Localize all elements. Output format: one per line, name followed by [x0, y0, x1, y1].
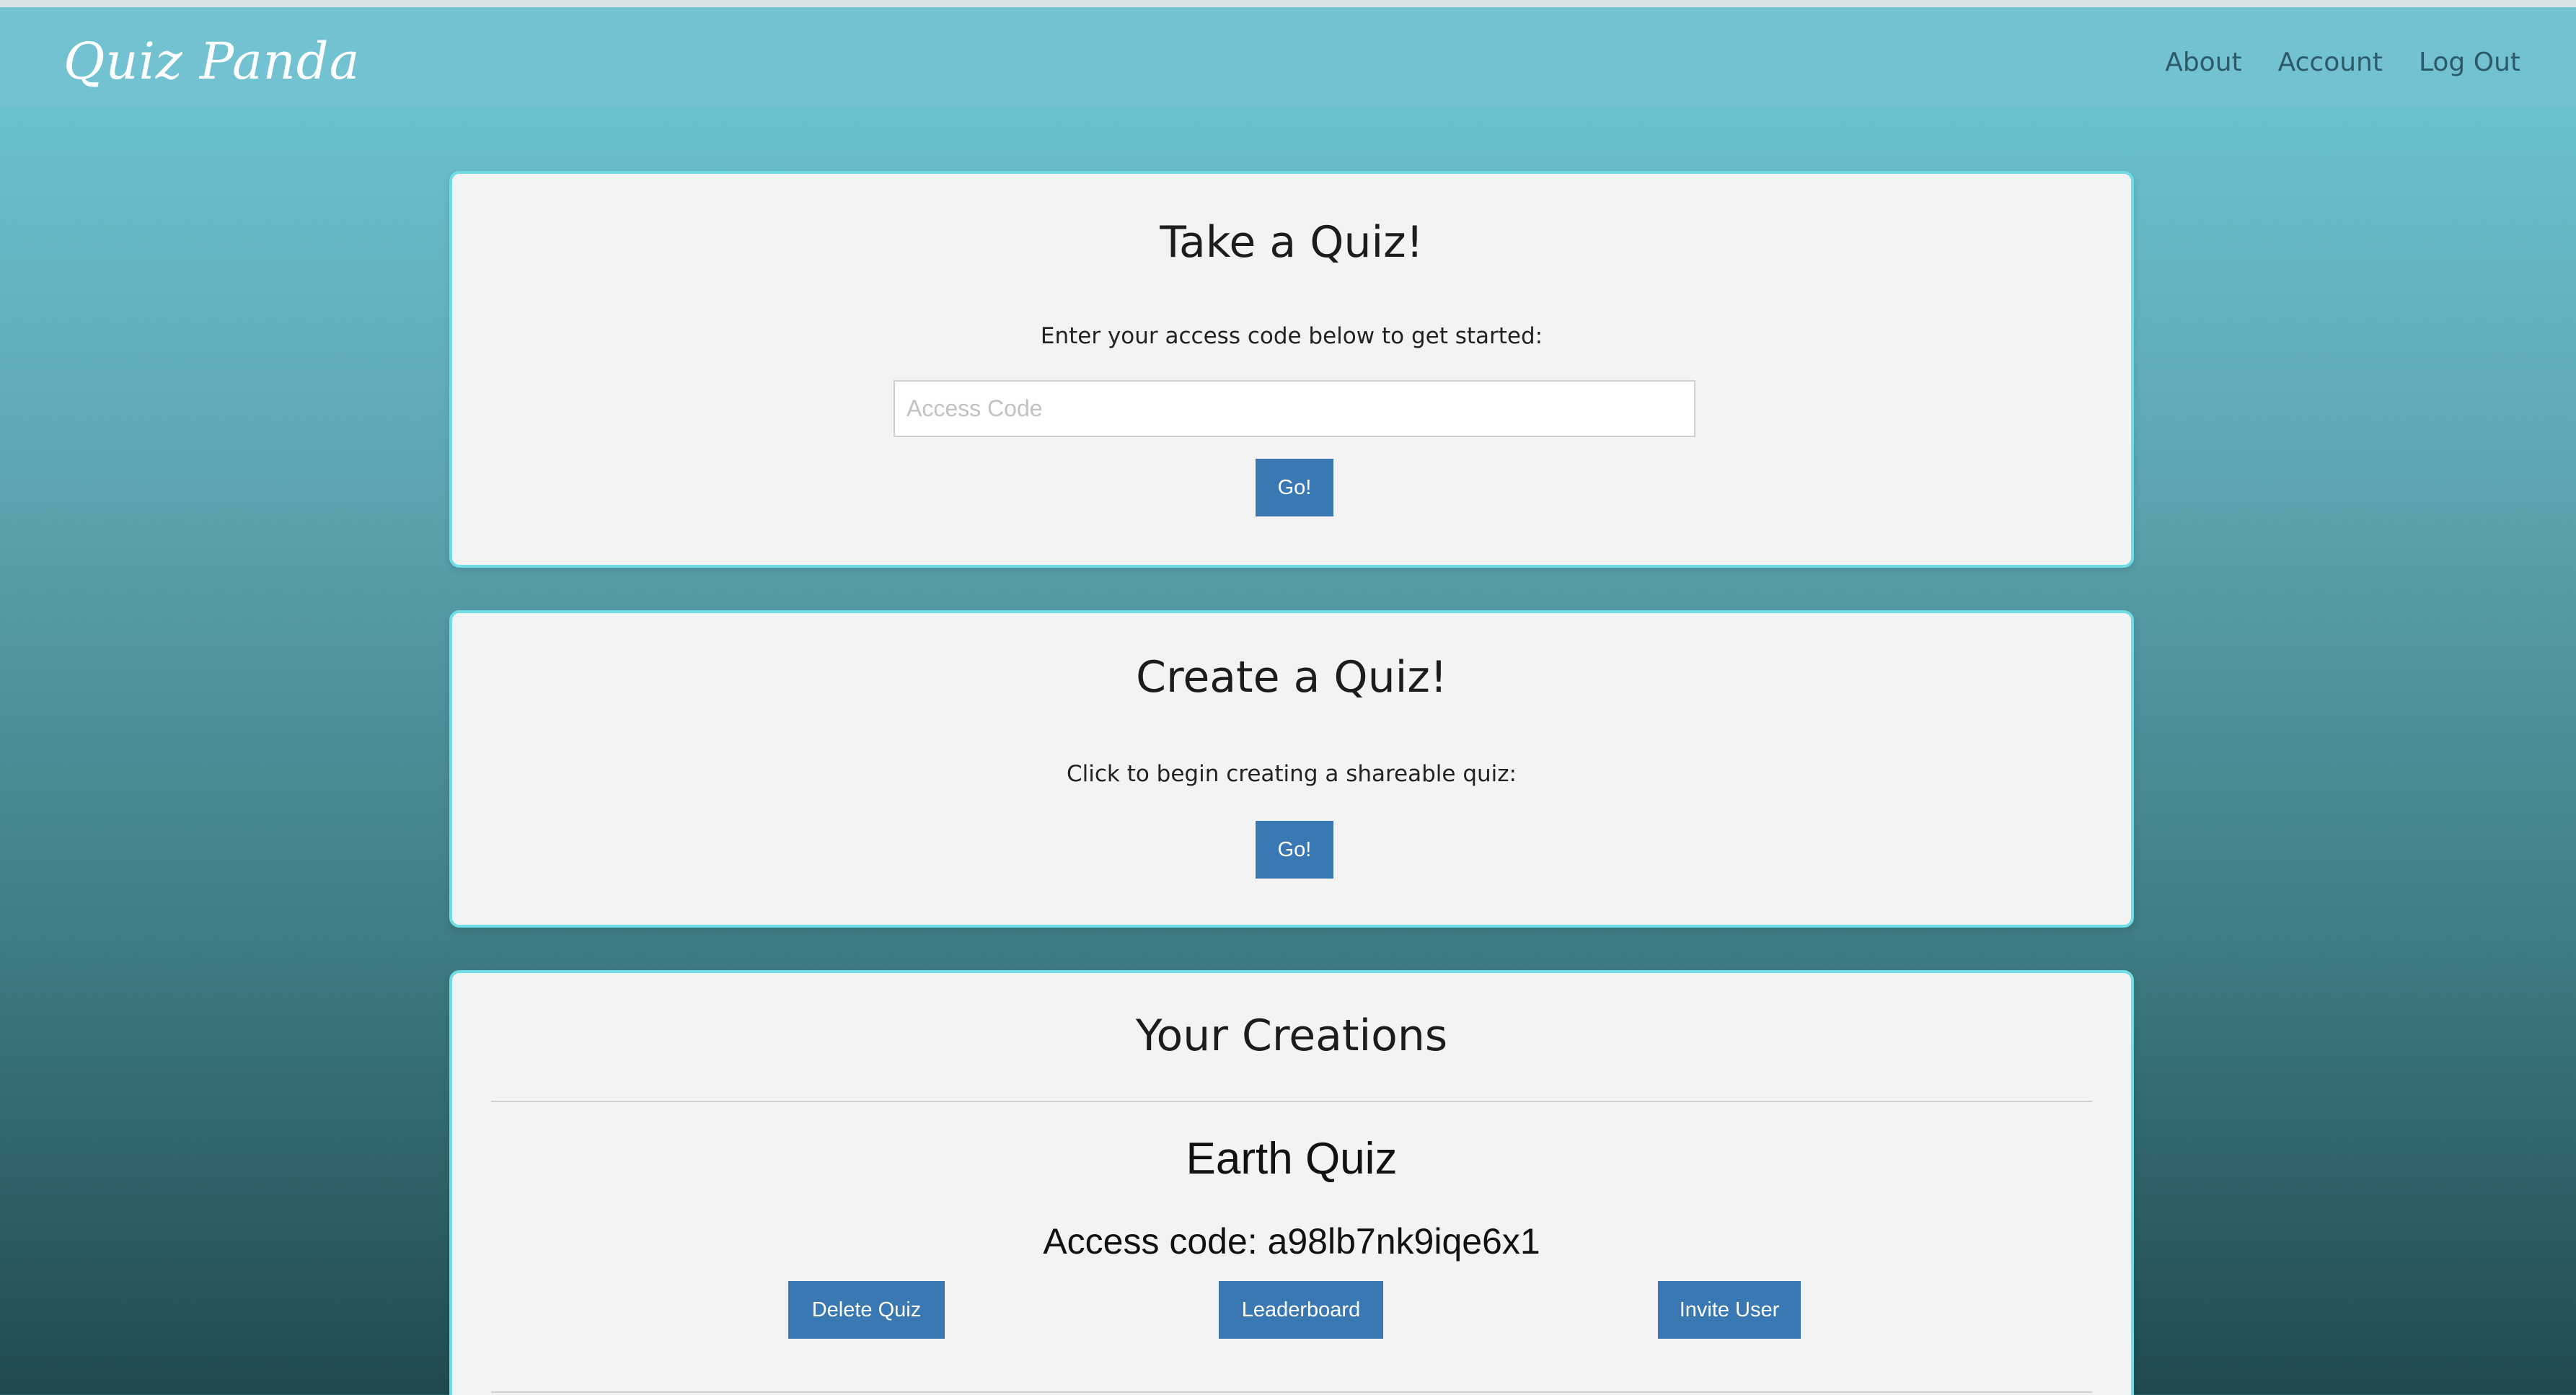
take-quiz-card: Take a Quiz! Enter your access code belo…	[449, 171, 2134, 568]
access-code-input[interactable]	[894, 380, 1695, 437]
leaderboard-button[interactable]: Leaderboard	[1219, 1281, 1383, 1339]
quiz-access-code: Access code: a98lb7nk9iqe6x1	[1043, 1221, 1540, 1262]
navbar: Quiz Panda About Account Log Out	[0, 7, 2576, 106]
quiz-name: Earth Quiz	[1186, 1134, 1398, 1184]
create-quiz-title: Create a Quiz!	[1136, 652, 1447, 703]
nav-link-about[interactable]: About	[2165, 48, 2241, 77]
create-quiz-card: Create a Quiz! Click to begin creating a…	[449, 610, 2134, 928]
creations-title: Your Creations	[1135, 1011, 1448, 1061]
take-quiz-go-button[interactable]: Go!	[1256, 459, 1333, 516]
nav-links: About Account Log Out	[2165, 48, 2520, 77]
create-quiz-instruction: Click to begin creating a shareable quiz…	[1066, 761, 1517, 787]
delete-quiz-button[interactable]: Delete Quiz	[788, 1281, 945, 1339]
brand-logo[interactable]: Quiz Panda	[63, 32, 360, 91]
invite-user-button[interactable]: Invite User	[1658, 1281, 1801, 1339]
creations-divider	[491, 1101, 2092, 1102]
create-quiz-go-button[interactable]: Go!	[1256, 821, 1333, 879]
nav-link-logout[interactable]: Log Out	[2419, 48, 2520, 77]
nav-link-account[interactable]: Account	[2278, 48, 2383, 77]
quiz-divider	[491, 1391, 2092, 1393]
take-quiz-instruction: Enter your access code below to get star…	[1040, 323, 1543, 349]
take-quiz-title: Take a Quiz!	[1160, 217, 1424, 268]
your-creations-card: Your Creations Earth Quiz Access code: a…	[449, 970, 2134, 1395]
top-border	[0, 0, 2576, 7]
